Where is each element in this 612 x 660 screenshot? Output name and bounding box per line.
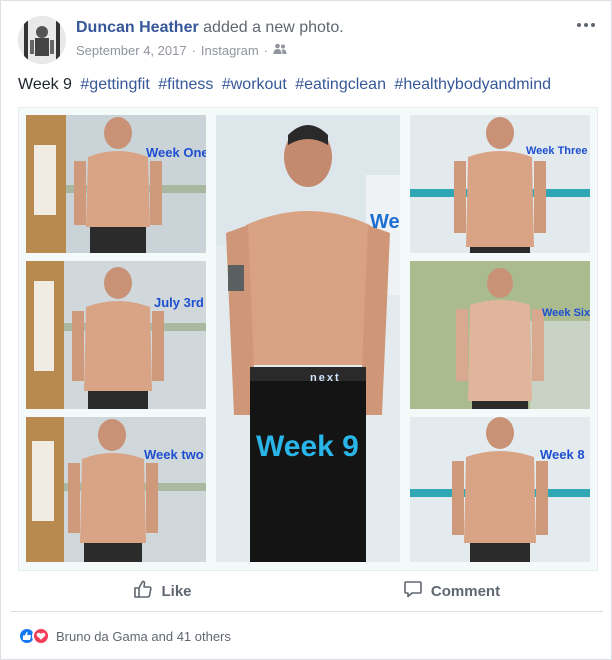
photo-label: Week 8: [540, 447, 585, 462]
post-text: Week 9 #gettingfit #fitness #workout #ea…: [18, 76, 551, 94]
photo-label: Week Three: [526, 145, 588, 157]
post-meta: September 4, 2017 · Instagram ·: [76, 43, 287, 58]
comment-label: Comment: [430, 582, 501, 600]
photo-tile-week-one: Week One: [26, 115, 206, 253]
hashtag-link[interactable]: #eatingclean: [295, 76, 386, 93]
meta-separator: ·: [191, 43, 196, 58]
like-label: Like: [161, 582, 192, 600]
hashtag-link[interactable]: #gettingfit: [80, 76, 149, 93]
post-action-text: added a new photo.: [198, 19, 344, 36]
comment-button[interactable]: Comment: [307, 574, 596, 608]
hashtag-link[interactable]: #healthybodyandmind: [394, 76, 551, 93]
photo-tile-week-eight: Week 8: [410, 417, 590, 562]
thumbs-up-icon: [133, 579, 153, 603]
reactions-text: Bruno da Gama and 41 others: [56, 628, 231, 644]
post-actions: Like Comment: [18, 574, 596, 608]
author-line: Duncan Heather added a new photo.: [76, 19, 344, 37]
friends-icon[interactable]: [273, 43, 287, 58]
post-photo[interactable]: Week One July 3rd Week two next We Week …: [18, 107, 598, 571]
reactions-summary[interactable]: Bruno da Gama and 41 others: [18, 627, 231, 645]
love-reaction-icon: [32, 627, 50, 645]
photo-label: Week Six: [542, 307, 590, 319]
photo-label: Week One: [146, 145, 206, 160]
photo-tile-july-3rd: July 3rd: [26, 261, 206, 409]
hashtag-link[interactable]: #fitness: [158, 76, 213, 93]
photo-label: July 3rd: [154, 295, 204, 310]
author-name[interactable]: Duncan Heather: [76, 19, 199, 36]
photo-tile-week-two: Week two: [26, 417, 206, 562]
photo-tile-week-nine: next We Week 9: [216, 115, 400, 562]
post-source[interactable]: Instagram: [201, 43, 259, 58]
photo-tile-week-three: Week Three: [410, 115, 590, 253]
avatar[interactable]: [18, 16, 66, 64]
photo-label-main: Week 9: [256, 430, 359, 463]
more-options-icon[interactable]: [577, 21, 597, 29]
like-button[interactable]: Like: [18, 574, 307, 608]
divider: [11, 611, 603, 612]
post-text-lead: Week 9: [18, 76, 72, 93]
meta-separator: ·: [263, 43, 269, 58]
post-card: Duncan Heather added a new photo. Septem…: [0, 0, 612, 660]
comment-icon: [403, 579, 423, 603]
waistband-text: next: [310, 372, 341, 384]
photo-label: Week two: [144, 447, 204, 462]
photo-label: We: [370, 211, 400, 233]
photo-tile-week-six: Week Six: [410, 261, 590, 409]
hashtag-link[interactable]: #workout: [222, 76, 287, 93]
post-date[interactable]: September 4, 2017: [76, 43, 187, 58]
